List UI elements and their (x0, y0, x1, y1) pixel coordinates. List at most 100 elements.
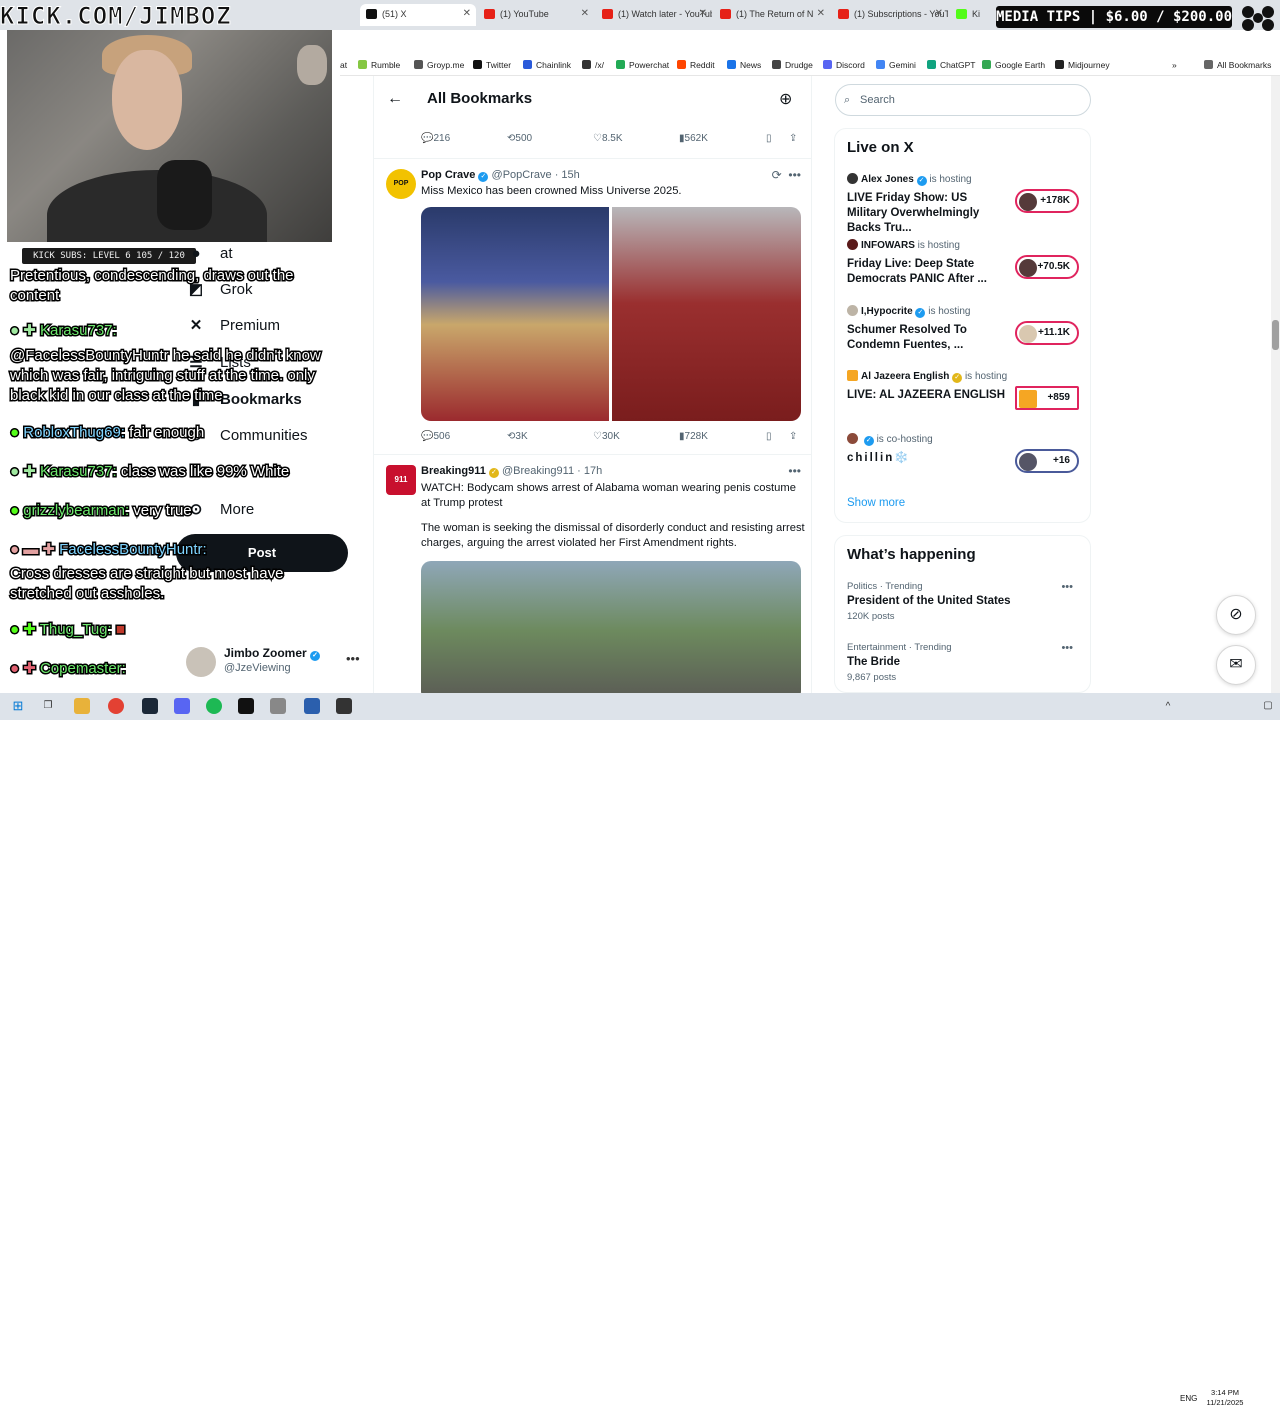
listener-count-badge[interactable]: +859 (1015, 386, 1079, 410)
verified-icon: ✓ (478, 172, 489, 182)
more-dots-icon[interactable]: ••• (1061, 581, 1073, 593)
messages-fab-icon[interactable]: ✉ (1216, 645, 1256, 685)
nav-item-premium[interactable]: ✕ Premium (186, 316, 280, 336)
repost-button[interactable]: ⟲ 3K (507, 431, 528, 442)
tab-kick[interactable]: Ki (950, 4, 994, 26)
language-indicator[interactable]: ENG (1180, 1394, 1197, 1403)
chrome-icon[interactable] (108, 698, 124, 714)
avatar (186, 647, 216, 677)
chevron-up-icon[interactable]: ^ (1160, 699, 1176, 715)
more-dots-icon[interactable]: ••• (1061, 642, 1073, 654)
listener-count-badge[interactable]: +16 (1015, 449, 1079, 473)
views-button[interactable]: ▮ 728K (679, 431, 708, 442)
bookmark-midjourney[interactable]: Midjourney (1055, 58, 1110, 72)
tab-return[interactable]: (1) The Return of N ✕ (714, 4, 830, 26)
close-icon[interactable]: ✕ (817, 4, 825, 24)
more-dots-icon[interactable]: ••• (788, 464, 801, 478)
chat-icon: ● (191, 245, 201, 262)
task-view-icon[interactable]: ❐ (40, 698, 56, 714)
add-bookmark-folder-icon[interactable]: ⊕ (779, 89, 792, 109)
bookmark-groyp[interactable]: Groyp.me (414, 58, 464, 72)
bookmark-news[interactable]: News (727, 58, 761, 72)
close-icon[interactable]: ✕ (581, 4, 589, 24)
nav-item-communities[interactable]: ⚇ Communities (186, 426, 307, 446)
app-icon[interactable] (270, 698, 286, 714)
obs-icon[interactable] (336, 698, 352, 714)
bookmark-rumble[interactable]: Rumble (358, 58, 400, 72)
close-icon[interactable]: ✕ (699, 4, 707, 24)
trend-item[interactable]: Entertainment · Trending The Bride 9,867… (847, 642, 1079, 683)
bookmark-x-board[interactable]: /x/ (582, 58, 604, 72)
bookmark-reddit[interactable]: Reddit (677, 58, 715, 72)
chevron-right-icon[interactable]: » (1172, 58, 1177, 72)
grok-fab-icon[interactable]: ⊘ (1216, 595, 1256, 635)
tweet-media[interactable] (421, 207, 801, 421)
live-title: LIVE: AL JAZEERA ENGLISH (847, 389, 1006, 401)
repost-count: 500 (515, 133, 533, 144)
bookmark-twitter[interactable]: Twitter (473, 58, 511, 72)
tweet[interactable]: POP Pop Crave ✓ @PopCrave · 15h ⟳ ••• Mi… (374, 158, 811, 448)
account-switcher[interactable]: Jimbo Zoomer ✓ @JzeViewing ••• (186, 645, 366, 681)
tweet[interactable]: 911 Breaking911 ✓ @Breaking911 · 17h •••… (374, 454, 811, 693)
nav-item-chat[interactable]: ● at (186, 244, 232, 264)
bookmark-item[interactable]: at (340, 58, 347, 72)
tweet-image[interactable] (612, 207, 801, 421)
tweet-video[interactable] (421, 561, 801, 693)
file-explorer-icon[interactable] (74, 698, 90, 714)
back-arrow-icon[interactable]: ← (387, 90, 403, 108)
more-dots-icon[interactable]: ⟳ ••• (772, 168, 801, 182)
trend-item[interactable]: Politics · Trending President of the Uni… (847, 581, 1079, 622)
bookmark-discord[interactable]: Discord (823, 58, 865, 72)
breaking911-avatar[interactable]: 911 (386, 465, 416, 495)
bookmark-label: Rumble (371, 60, 401, 70)
close-icon[interactable]: ✕ (463, 4, 471, 24)
scrollbar-thumb[interactable] (1272, 320, 1279, 350)
search-input[interactable]: ⌕ Search (835, 84, 1091, 116)
listener-count-badge[interactable]: +70.5K (1015, 255, 1079, 279)
popcrave-avatar[interactable]: POP (386, 169, 416, 199)
bookmark-drudge[interactable]: Drudge (772, 58, 813, 72)
bookmark-chatgpt[interactable]: ChatGPT (927, 58, 975, 72)
tweet-text: The woman is seeking the dismissal of di… (421, 522, 805, 549)
listener-count-badge[interactable]: +11.1K (1015, 321, 1079, 345)
tweet-image[interactable] (421, 207, 609, 421)
close-icon[interactable]: ✕ (935, 4, 943, 24)
more-dots-icon[interactable]: ••• (346, 651, 360, 666)
show-more-link[interactable]: Show more (847, 497, 905, 509)
x-icon (366, 9, 377, 19)
page-scrollbar[interactable] (1271, 76, 1280, 693)
reply-button[interactable]: 💬 506 (421, 431, 450, 442)
reply-button[interactable]: 💬 216 (421, 133, 450, 144)
like-button[interactable]: ♡ 30K (593, 431, 620, 442)
bookmark-gemini[interactable]: Gemini (876, 58, 916, 72)
steam-icon[interactable] (142, 698, 158, 714)
nav-item-more[interactable]: ⊙ More (186, 500, 254, 520)
share-icon[interactable]: ⇪ (789, 431, 797, 442)
all-bookmarks-folder[interactable]: All Bookmarks (1204, 58, 1271, 72)
tab-watch-later[interactable]: (1) Watch later - YouTube ✕ (596, 4, 712, 26)
system-clock[interactable]: 3:14 PM 11/21/2025 (1200, 1388, 1250, 1408)
tab-subscriptions[interactable]: (1) Subscriptions - YouTube✕ (832, 4, 948, 26)
live-title: Friday Live: Deep State Democrats PANIC … (847, 258, 987, 285)
spotify-icon[interactable] (206, 698, 222, 714)
bookmark-google-earth[interactable]: Google Earth (982, 58, 1045, 72)
windows-start-icon[interactable]: ⊞ (10, 698, 26, 714)
chainlink-icon (523, 60, 532, 69)
views-button[interactable]: ▮ 562K (679, 133, 708, 144)
app-icon[interactable] (238, 698, 254, 714)
verified-gold-icon: ✓ (952, 373, 963, 383)
badge-icon: ● ✚ (9, 659, 40, 679)
tab-x[interactable]: (51) X ✕ (360, 4, 476, 26)
bookmark-icon[interactable]: ▯ (766, 133, 772, 144)
notification-icon[interactable]: ▢ (1260, 698, 1276, 714)
repost-button[interactable]: ⟲ 500 (507, 133, 532, 144)
share-icon[interactable]: ⇪ (789, 133, 797, 144)
bookmark-powerchat[interactable]: Powerchat (616, 58, 669, 72)
discord-icon[interactable] (174, 698, 190, 714)
listener-count-badge[interactable]: +178K (1015, 189, 1079, 213)
like-button[interactable]: ♡ 8.5K (593, 133, 623, 144)
tab-youtube[interactable]: (1) YouTube ✕ (478, 4, 594, 26)
app-icon[interactable] (304, 698, 320, 714)
bookmark-chainlink[interactable]: Chainlink (523, 58, 571, 72)
bookmark-icon[interactable]: ▯ (766, 431, 772, 442)
